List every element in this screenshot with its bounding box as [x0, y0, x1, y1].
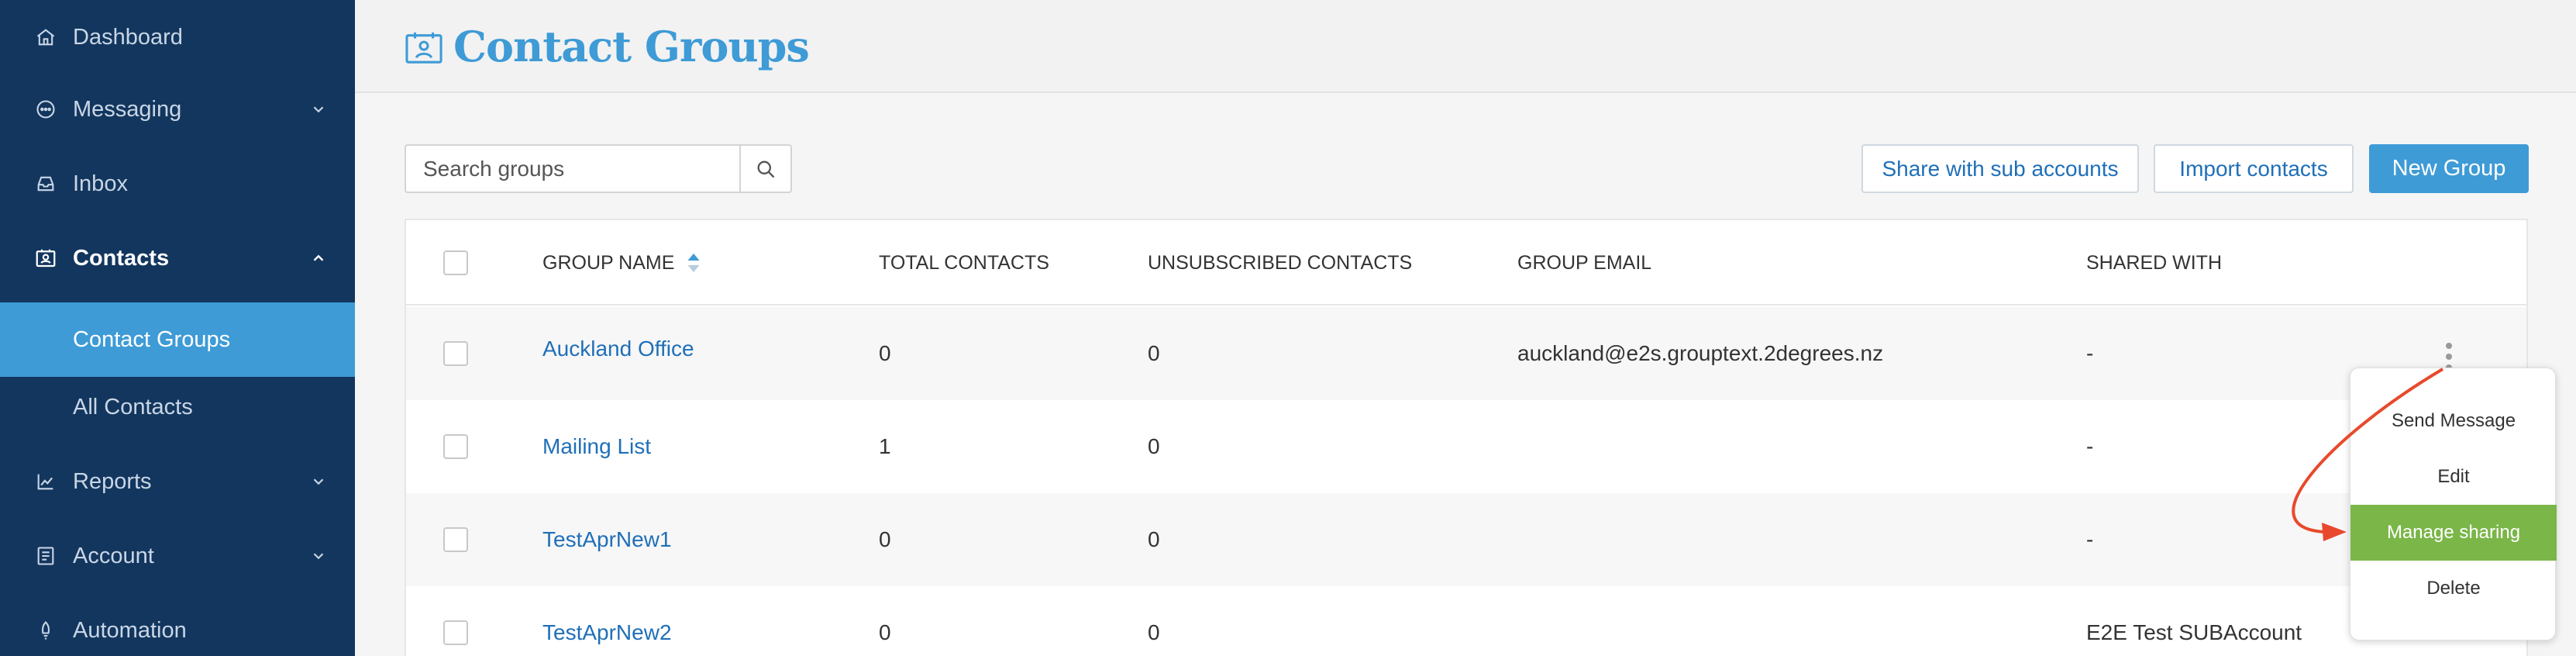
column-header-total-contacts: TOTAL CONTACTS [879, 251, 1049, 274]
group-name-link[interactable]: TestAprNew1 [542, 493, 672, 586]
table-row: Auckland Office 0 0 auckland@e2s.groupte… [406, 307, 2526, 400]
group-name-link[interactable]: Mailing List [542, 400, 651, 493]
chart-icon [34, 470, 57, 493]
contacts-icon [34, 247, 57, 270]
sidebar-item-reports[interactable]: Reports [0, 444, 355, 519]
menu-item-edit[interactable]: Edit [2350, 449, 2557, 505]
sidebar-item-label: All Contacts [73, 394, 193, 419]
unsubscribed-contacts: 0 [1148, 527, 1160, 551]
column-header-group-email: GROUP EMAIL [1517, 251, 1652, 274]
table-row: TestAprNew2 0 0 E2E Test SUBAccount [406, 586, 2526, 656]
select-all-checkbox[interactable] [443, 250, 468, 275]
sidebar-item-automation[interactable]: Automation [0, 593, 355, 656]
chevron-down-icon [313, 478, 324, 485]
shared-with: - [2086, 341, 2094, 365]
row-checkbox[interactable] [443, 341, 468, 366]
sort-icon [687, 254, 700, 272]
sidebar-item-label: Contacts [73, 245, 170, 271]
unsubscribed-contacts: 0 [1148, 434, 1160, 458]
chevron-up-icon [313, 254, 324, 261]
row-checkbox[interactable] [443, 434, 468, 459]
menu-item-send-message[interactable]: Send Message [2350, 393, 2557, 449]
search-box [405, 144, 792, 193]
sidebar-item-label: Contact Groups [73, 326, 231, 352]
group-name-link[interactable]: Auckland Office [542, 302, 694, 395]
table-row: TestAprNew1 0 0 - [406, 493, 2526, 586]
sidebar-item-inbox[interactable]: Inbox [0, 147, 355, 221]
shared-with: - [2086, 527, 2094, 551]
total-contacts: 0 [879, 620, 891, 644]
sidebar-item-messaging[interactable]: Messaging [0, 72, 355, 147]
contact-groups-table: GROUP NAME TOTAL CONTACTS UNSUBSCRIBED C… [405, 219, 2528, 656]
sidebar-item-label: Reports [73, 468, 152, 494]
page-header: Contact Groups [355, 0, 2576, 93]
chat-icon [34, 98, 57, 121]
unsubscribed-contacts: 0 [1148, 620, 1160, 644]
sidebar-item-label: Account [73, 543, 154, 568]
shared-with: - [2086, 434, 2094, 458]
search-input[interactable] [406, 146, 741, 192]
sidebar-item-all-contacts[interactable]: All Contacts [0, 370, 355, 444]
chevron-down-icon [313, 106, 324, 113]
group-email: auckland@e2s.grouptext.2degrees.nz [1517, 341, 1884, 365]
total-contacts: 0 [879, 341, 891, 365]
table-header: GROUP NAME TOTAL CONTACTS UNSUBSCRIBED C… [406, 220, 2526, 306]
import-contacts-button[interactable]: Import contacts [2154, 144, 2354, 193]
sidebar-item-account[interactable]: Account [0, 519, 355, 593]
sidebar-item-dashboard[interactable]: Dashboard [0, 0, 355, 74]
total-contacts: 0 [879, 527, 891, 551]
sidebar-item-contacts[interactable]: Contacts [0, 221, 355, 295]
search-button[interactable] [739, 146, 790, 192]
unsubscribed-contacts: 0 [1148, 341, 1160, 365]
sidebar-item-label: Dashboard [73, 24, 183, 50]
sidebar: Dashboard Messaging Inbox Contacts Conta… [0, 0, 355, 656]
sidebar-item-label: Inbox [73, 171, 128, 196]
new-group-button[interactable]: New Group [2369, 144, 2529, 193]
row-checkbox[interactable] [443, 527, 468, 552]
total-contacts: 1 [879, 434, 891, 458]
automation-icon [34, 619, 57, 642]
shared-with: E2E Test SUBAccount [2086, 620, 2302, 644]
row-checkbox[interactable] [443, 620, 468, 645]
inbox-icon [34, 172, 57, 195]
menu-item-delete[interactable]: Delete [2350, 561, 2557, 616]
account-icon [34, 544, 57, 568]
menu-item-manage-sharing[interactable]: Manage sharing [2350, 505, 2557, 561]
search-icon [757, 161, 775, 178]
sidebar-item-label: Messaging [73, 96, 182, 122]
page-title: Contact Groups [453, 22, 810, 71]
chevron-down-icon [313, 553, 324, 560]
sidebar-item-contact-groups[interactable]: Contact Groups [0, 302, 355, 377]
home-icon [34, 26, 57, 49]
sidebar-item-label: Automation [73, 617, 187, 643]
column-header-unsubscribed-contacts: UNSUBSCRIBED CONTACTS [1148, 251, 1413, 274]
column-header-shared-with: SHARED WITH [2086, 251, 2222, 274]
contact-card-icon [405, 32, 443, 64]
share-with-sub-accounts-button[interactable]: Share with sub accounts [1861, 144, 2139, 193]
column-header-group-name[interactable]: GROUP NAME [542, 220, 701, 306]
row-actions-menu: Send Message Edit Manage sharing Delete [2350, 368, 2557, 640]
table-row: Mailing List 1 0 - [406, 400, 2526, 493]
group-name-link[interactable]: TestAprNew2 [542, 586, 672, 656]
